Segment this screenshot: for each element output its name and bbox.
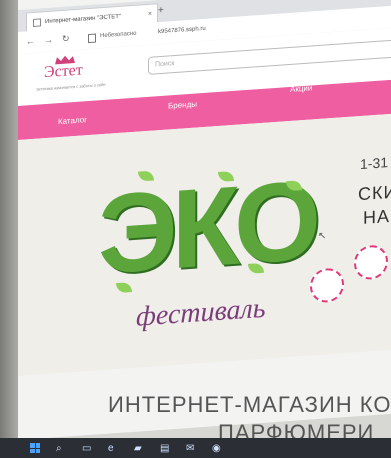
url-field[interactable]: k9547876.ssph.ru xyxy=(158,26,206,35)
product-circle-icon xyxy=(354,244,388,281)
menu-item-brands[interactable]: Бренды xyxy=(168,99,197,110)
menu-item-sales[interactable]: Акции xyxy=(290,83,312,94)
banner-promo-line2: НА Э xyxy=(363,205,391,228)
mouse-cursor-icon: ↖ xyxy=(318,230,327,243)
reload-button[interactable]: ↻ xyxy=(62,33,70,45)
file-explorer-icon[interactable]: ▰ xyxy=(134,443,144,454)
banner-promo-line1: СКИД xyxy=(358,180,391,205)
banner-subhead: фестиваль xyxy=(136,292,266,333)
lock-icon xyxy=(88,33,96,44)
site-logo[interactable]: Эстет xyxy=(44,61,83,82)
search-input[interactable]: Поиск xyxy=(148,39,391,75)
banner-headline: ЭКО xyxy=(98,157,316,298)
windows-icon[interactable] xyxy=(30,443,40,453)
site-tagline: Эстетика начинается с заботы о себе xyxy=(36,81,106,92)
tab-title: Интернет-магазин "ЭСТЕТ" xyxy=(45,13,122,25)
banner-date: 1-31 М xyxy=(360,153,391,173)
favicon-icon xyxy=(33,17,41,27)
chrome-icon[interactable]: ◉ xyxy=(212,443,222,454)
search-icon[interactable]: ⌕ xyxy=(56,443,66,454)
task-view-icon[interactable]: ▭ xyxy=(82,443,92,454)
forward-button[interactable]: → xyxy=(44,35,53,46)
browser-window: Интернет-магазин "ЭСТЕТ" × + ← → ↻ Небез… xyxy=(18,0,391,441)
promo-banner[interactable]: ЭКО фестиваль 1-31 М СКИД НА Э ↖ xyxy=(18,113,391,377)
edge-icon[interactable]: e xyxy=(108,443,118,454)
back-button[interactable]: ← xyxy=(26,36,35,47)
store-icon[interactable]: ▤ xyxy=(160,443,170,454)
section-heading: ИНТЕРНЕТ-МАГАЗИН КО xyxy=(108,392,391,417)
menu-item-catalog[interactable]: Каталог xyxy=(58,115,87,126)
windows-taskbar: ⌕ ▭ e ▰ ▤ ✉ ◉ xyxy=(20,438,391,458)
new-tab-button[interactable]: + xyxy=(158,5,164,16)
product-circle-icon xyxy=(310,267,344,304)
close-tab-icon[interactable]: × xyxy=(148,11,152,18)
mail-icon[interactable]: ✉ xyxy=(186,443,196,454)
security-label: Небезопасно xyxy=(100,30,137,40)
